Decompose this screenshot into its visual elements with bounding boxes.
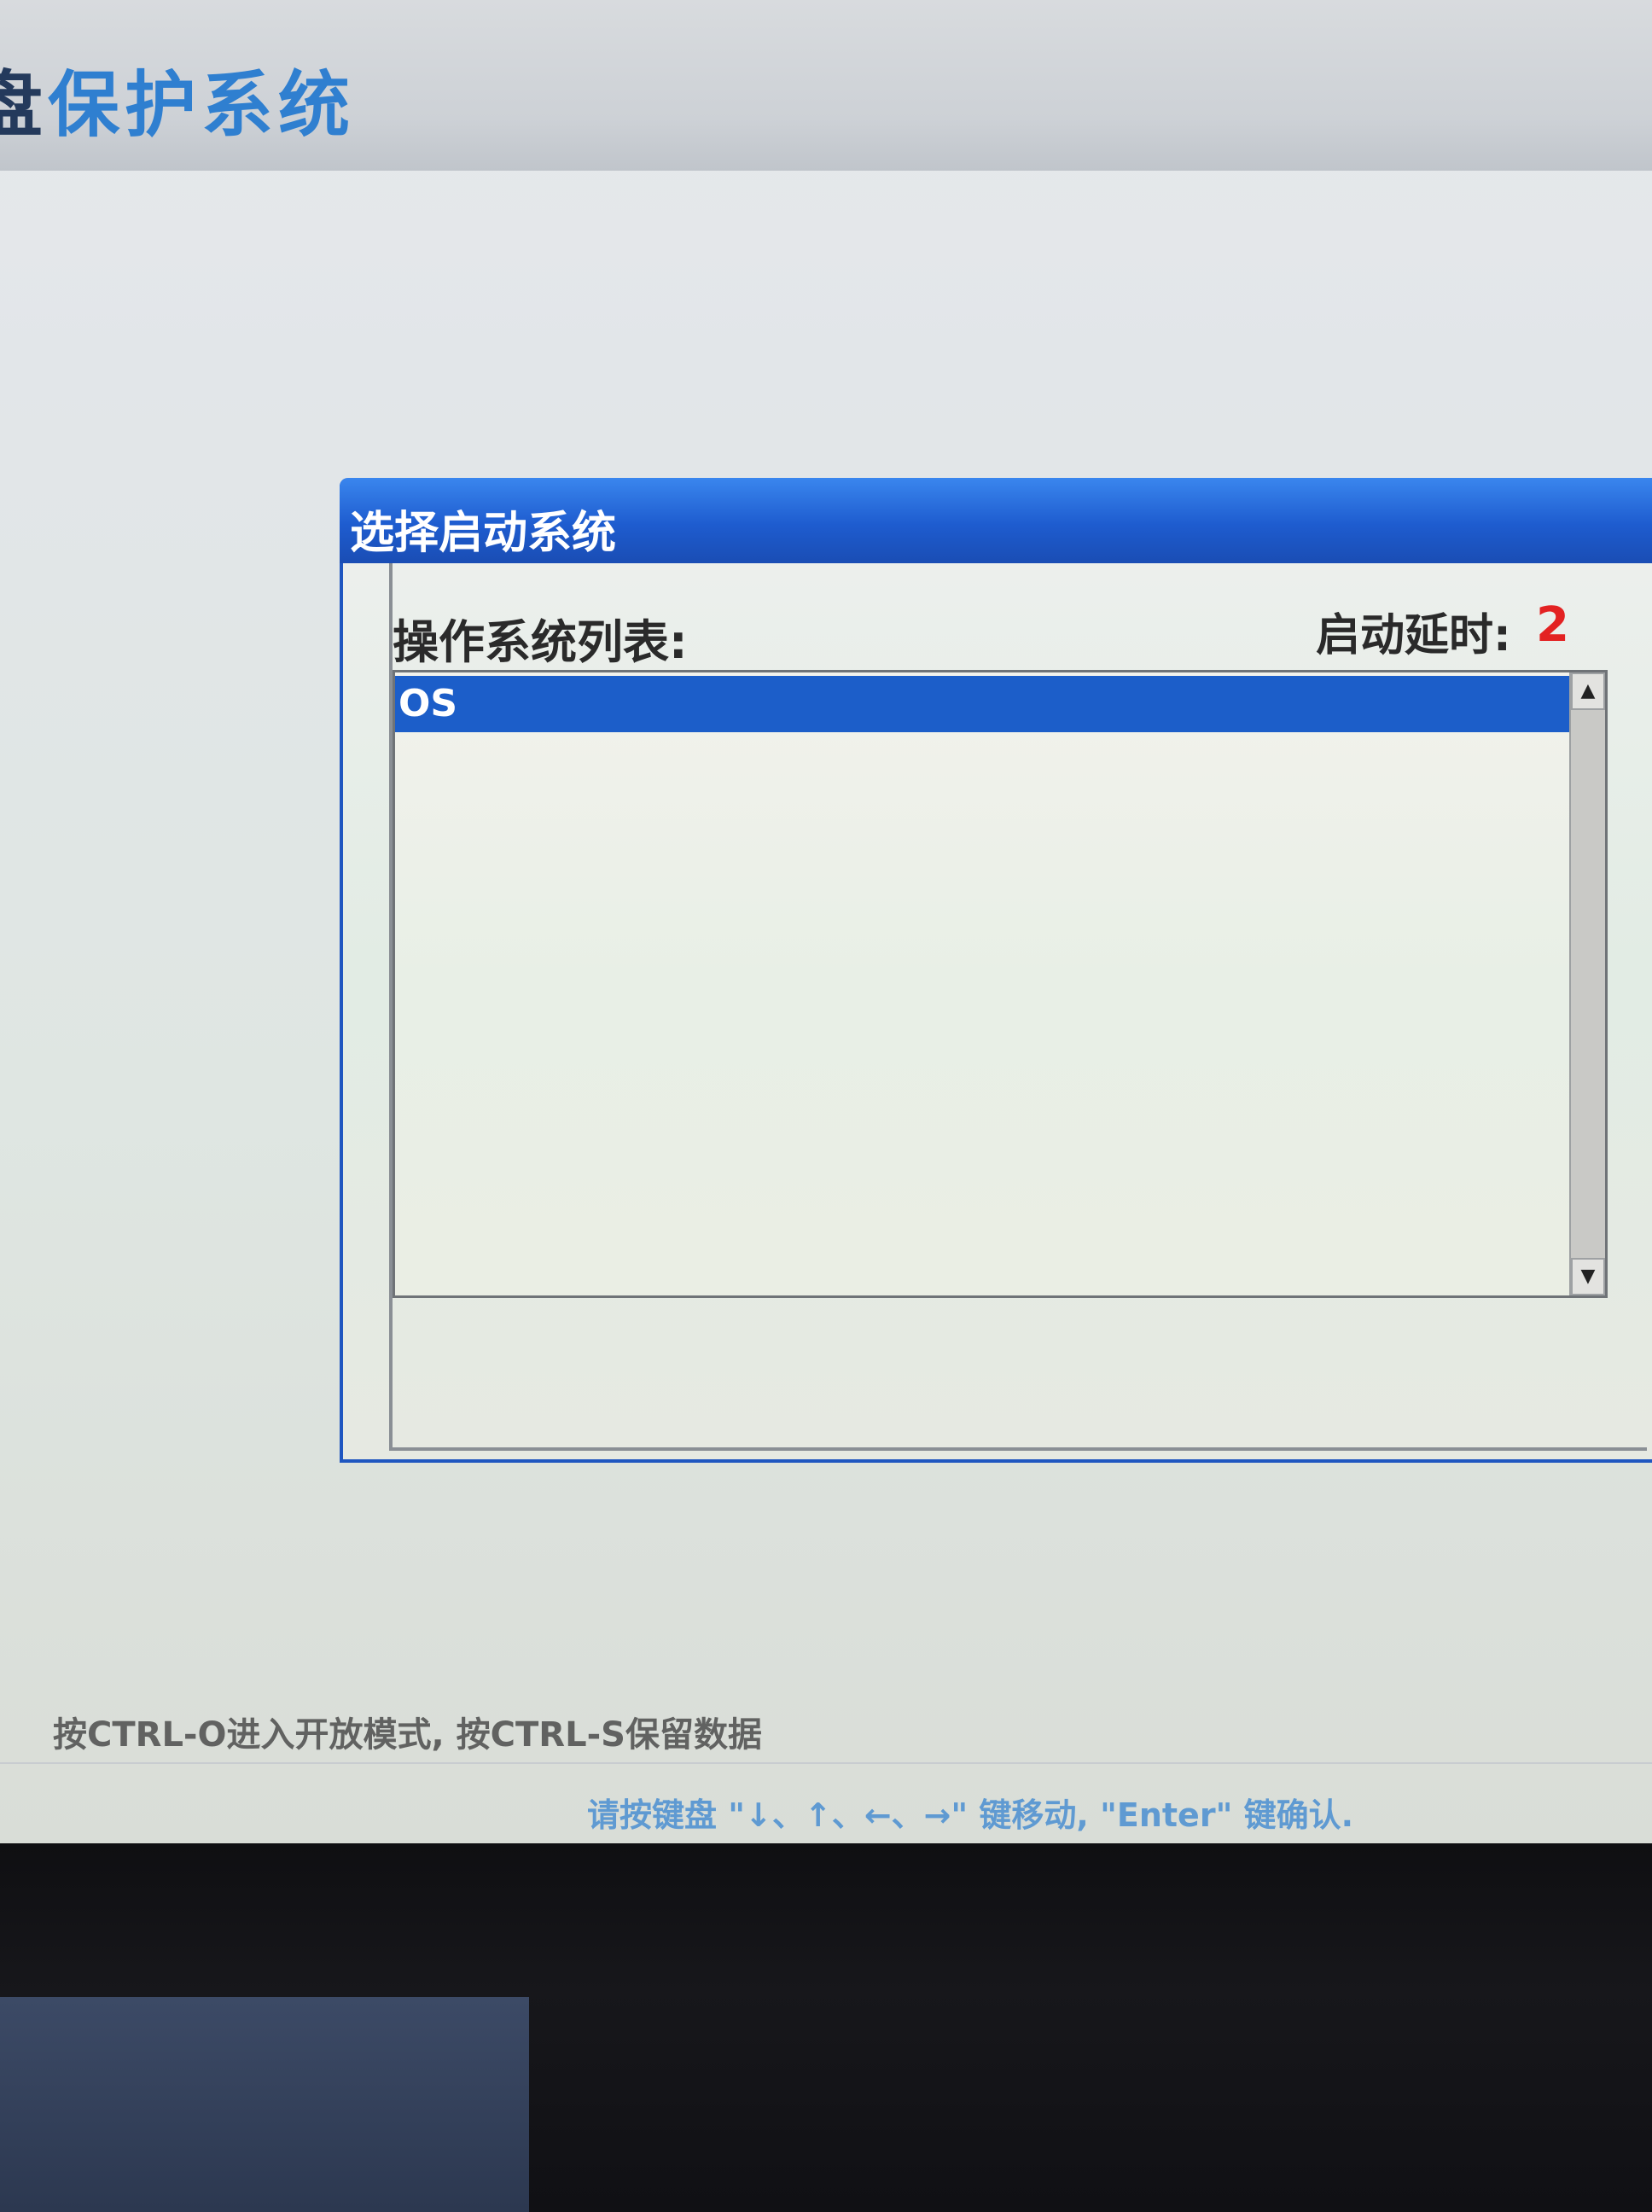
footer-divider bbox=[0, 1762, 1652, 1764]
app-title-part1: 盘 bbox=[0, 63, 49, 147]
scroll-up-arrow-icon[interactable]: ▲ bbox=[1571, 672, 1605, 710]
dialog-title-bar: 选择启动系统 bbox=[340, 478, 1652, 563]
app-title: 盘保护系统 bbox=[0, 48, 355, 151]
os-listbox[interactable]: OS ▲ ▼ bbox=[393, 670, 1608, 1298]
os-list-item[interactable]: OS bbox=[395, 676, 1595, 732]
os-list-label: 操作系统列表: bbox=[393, 615, 688, 669]
listbox-scrollbar[interactable]: ▲ ▼ bbox=[1569, 672, 1605, 1295]
boot-delay-value: 2 bbox=[1536, 597, 1569, 653]
shortcut-hint: 按CTRL-O进入开放模式, 按CTRL-S保留数据 bbox=[53, 1715, 762, 1755]
dialog-title: 选择启动系统 bbox=[350, 508, 617, 559]
desk-background bbox=[0, 1997, 529, 2212]
monitor-screen: 盘保护系统 选择启动系统 操作系统列表: 启动延时: 2 OS ▲ ▼ 按CTR… bbox=[0, 0, 1652, 1843]
boot-delay-label: 启动延时: bbox=[1316, 610, 1511, 661]
app-title-bar: 盘保护系统 bbox=[0, 0, 1652, 171]
scroll-down-arrow-icon[interactable]: ▼ bbox=[1571, 1258, 1605, 1295]
keyboard-nav-hint: 请按键盘 "↓、↑、←、→" 键移动, "Enter" 键确认. bbox=[587, 1796, 1354, 1834]
app-title-part2: 保护系统 bbox=[48, 63, 356, 147]
